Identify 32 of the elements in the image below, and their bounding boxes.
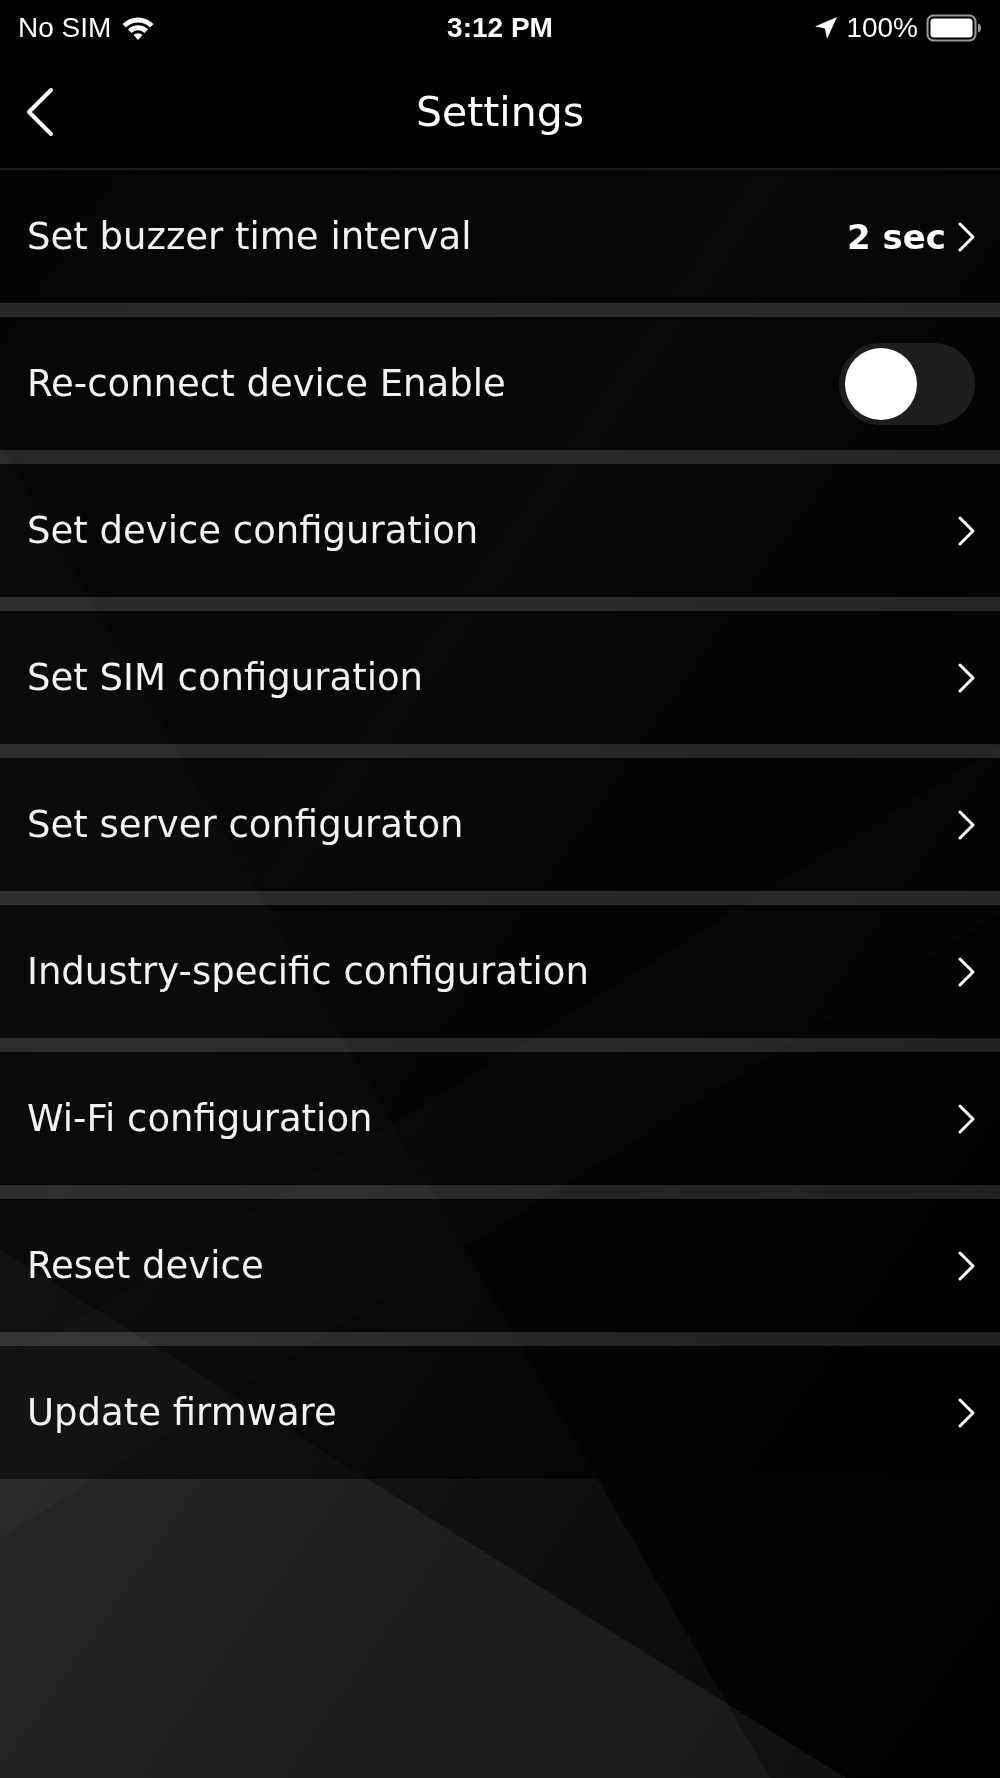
clock-time: 3:12 PM [447,12,553,44]
chevron-right-icon [958,662,975,693]
setting-label: Set buzzer time interval [27,215,473,258]
chevron-right-icon [958,221,975,252]
setting-value: 2 sec [847,216,946,257]
settings-row[interactable]: Re-connect device Enable [0,317,1000,450]
wifi-icon [121,15,156,41]
chevron-right-icon [958,1250,975,1281]
settings-row[interactable]: Set device configuration [0,464,1000,597]
back-chevron-icon [26,87,54,137]
settings-row[interactable]: Set buzzer time interval 2 sec [0,170,1000,303]
setting-label: Wi-Fi configuration [27,1097,374,1140]
settings-row[interactable]: Set server configuraton [0,758,1000,891]
battery-icon [926,14,982,42]
chevron-right-icon [958,1397,975,1428]
chevron-right-icon [958,515,975,546]
screen-title: Settings [415,88,585,136]
setting-label: Set device configuration [27,509,480,552]
setting-label: Update firmware [27,1391,338,1434]
battery-percent: 100% [846,12,918,44]
chevron-right-icon [958,1103,975,1134]
chevron-right-icon [958,956,975,987]
settings-row[interactable]: Set SIM configuration [0,611,1000,744]
setting-label: Set server configuraton [27,803,465,846]
chevron-right-icon [958,809,975,840]
setting-label: Industry-specific configuration [27,950,590,993]
location-arrow-icon [814,16,839,40]
settings-row[interactable]: Industry-specific configuration [0,905,1000,1038]
setting-label: Re-connect device Enable [27,362,507,405]
setting-label: Set SIM configuration [27,656,425,699]
setting-label: Reset device [27,1244,265,1287]
carrier-text: No SIM [18,12,112,44]
